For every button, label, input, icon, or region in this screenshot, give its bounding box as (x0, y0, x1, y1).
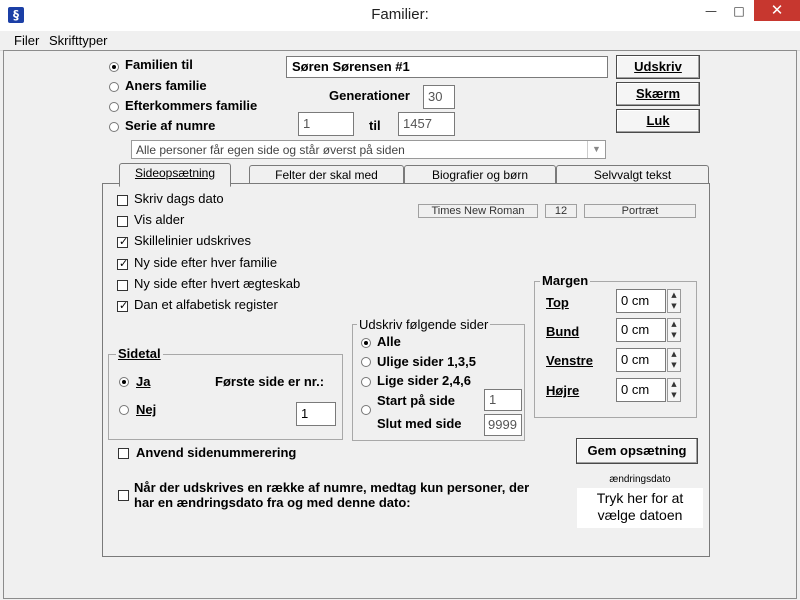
choose-date-line-1: Tryk her for at (596, 490, 684, 506)
label-skriv-dags-dato: Skriv dags dato (134, 191, 224, 206)
margin-bottom-field[interactable]: 0 cm (616, 318, 666, 342)
margin-left-field[interactable]: 0 cm (616, 348, 666, 372)
radio-aners-familie[interactable] (109, 82, 119, 92)
radio-start-paa-side[interactable] (361, 405, 371, 415)
checkbox-skriv-dags-dato[interactable] (117, 195, 128, 206)
margin-top-spinner[interactable]: ▲ ▼ (667, 289, 681, 313)
tab-sideopsaetning[interactable]: Sideopsætning (119, 163, 231, 187)
close-button[interactable]: Luk (616, 109, 700, 133)
radio-efterkommers-familie-label: Efterkommers familie (125, 98, 258, 113)
maximize-button[interactable]: □ (724, 0, 754, 22)
generations-label: Generationer (329, 88, 410, 103)
print-button[interactable]: Udskriv (616, 55, 700, 79)
margin-top-field[interactable]: 0 cm (616, 289, 666, 313)
radio-serie-af-numre[interactable] (109, 122, 119, 132)
close-window-button[interactable]: ✕ (754, 0, 800, 21)
mode-select[interactable]: Alle personer får egen side og står øver… (131, 140, 606, 159)
date-filter-label-1: Når der udskrives en række af numre, med… (134, 480, 530, 495)
window-title: Familier: (371, 6, 429, 23)
radio-aners-familie-label: Aners familie (125, 78, 207, 93)
radio-ulige[interactable] (361, 357, 371, 367)
radio-nej[interactable] (119, 405, 129, 415)
mode-select-value: Alle personer får egen side og står øver… (136, 143, 405, 157)
menu-filer[interactable]: Filer (14, 33, 39, 48)
margin-bottom-spinner[interactable]: ▲ ▼ (667, 318, 681, 342)
orientation-display: Portræt (584, 204, 696, 218)
radio-familien-til[interactable] (109, 62, 119, 72)
radio-ja-label: Ja (136, 374, 151, 389)
choose-date-button[interactable]: Tryk her for at vælge datoen (577, 488, 703, 528)
tab-biografier[interactable]: Biografier og børn (404, 165, 556, 185)
radio-start-label: Start på side (377, 393, 456, 408)
date-filter-label-2: har en ændringsdato fra og med denne dat… (134, 495, 411, 510)
font-name-display: Times New Roman (418, 204, 538, 218)
series-to-label: til (369, 118, 381, 133)
first-page-label: Første side er nr.: (215, 374, 325, 389)
font-size-display: 12 (545, 204, 577, 218)
person-field[interactable]: Søren Sørensen #1 (286, 56, 608, 78)
margin-top-label: Top (546, 295, 569, 310)
tab-selvvalgt-tekst[interactable]: Selvvalgt tekst (556, 165, 709, 185)
checkbox-alfabetisk-register[interactable]: ✓ (117, 299, 128, 312)
margin-right-field[interactable]: 0 cm (616, 378, 666, 402)
radio-ja[interactable] (119, 377, 129, 387)
generations-field[interactable]: 30 (423, 85, 455, 109)
save-settings-button[interactable]: Gem opsætning (576, 438, 698, 464)
margin-bottom-label: Bund (546, 324, 580, 339)
screen-button[interactable]: Skærm (616, 82, 700, 106)
label-alfabetisk-register: Dan et alfabetisk register (134, 297, 278, 312)
menu-skrifttyper[interactable]: Skrifttyper (49, 33, 108, 48)
checkbox-anvend-sidenummerering[interactable] (118, 448, 129, 459)
radio-alle[interactable] (361, 338, 371, 348)
label-skillelinier: Skillelinier udskrives (134, 233, 252, 248)
pagenum-title: Sidetal (116, 346, 163, 361)
menu-bar (0, 31, 800, 51)
radio-alle-label: Alle (377, 334, 401, 349)
radio-lige[interactable] (361, 377, 371, 387)
chevron-down-icon[interactable]: ▼ (587, 141, 605, 158)
series-from-field[interactable]: 1 (298, 112, 354, 136)
radio-serie-af-numre-label: Serie af numre (125, 118, 216, 133)
radio-lige-label: Lige sider 2,4,6 (377, 373, 471, 388)
checkbox-ny-side-familie[interactable]: ✓ (117, 257, 128, 270)
label-vis-alder: Vis alder (134, 212, 185, 227)
checkbox-skillelinier[interactable]: ✓ (117, 235, 128, 248)
radio-familien-til-label: Familien til (125, 57, 193, 72)
margin-left-spinner[interactable]: ▲ ▼ (667, 348, 681, 372)
start-page-field[interactable]: 1 (484, 389, 522, 411)
checkbox-ny-side-aegteskab[interactable] (117, 280, 128, 291)
radio-ulige-label: Ulige sider 1,3,5 (377, 354, 476, 369)
label-ny-side-aegteskab: Ny side efter hvert ægteskab (134, 276, 301, 291)
radio-nej-label: Nej (136, 402, 157, 417)
pagenum-group (108, 354, 343, 440)
margin-right-label: Højre (546, 383, 580, 398)
checkbox-vis-alder[interactable] (117, 216, 128, 227)
radio-efterkommers-familie[interactable] (109, 102, 119, 112)
tab-felter[interactable]: Felter der skal med (249, 165, 404, 185)
choose-date-line-2: vælge datoen (597, 507, 683, 523)
checkbox-date-filter[interactable] (118, 490, 129, 501)
first-page-field[interactable]: 1 (296, 402, 336, 426)
print-pages-title: Udskriv følgende sider (357, 317, 491, 332)
minimize-button[interactable]: — (696, 0, 726, 22)
margin-group-title: Margen (540, 273, 591, 288)
series-to-field[interactable]: 1457 (398, 112, 455, 136)
label-anvend-sidenummerering: Anvend sidenummerering (136, 445, 297, 460)
margin-right-spinner[interactable]: ▲ ▼ (667, 378, 681, 402)
end-page-label: Slut med side (377, 416, 462, 431)
margin-left-label: Venstre (546, 353, 593, 368)
date-caption: ændringsdato (609, 474, 671, 485)
label-ny-side-familie: Ny side efter hver familie (134, 255, 278, 270)
end-page-field[interactable]: 9999 (484, 414, 522, 436)
